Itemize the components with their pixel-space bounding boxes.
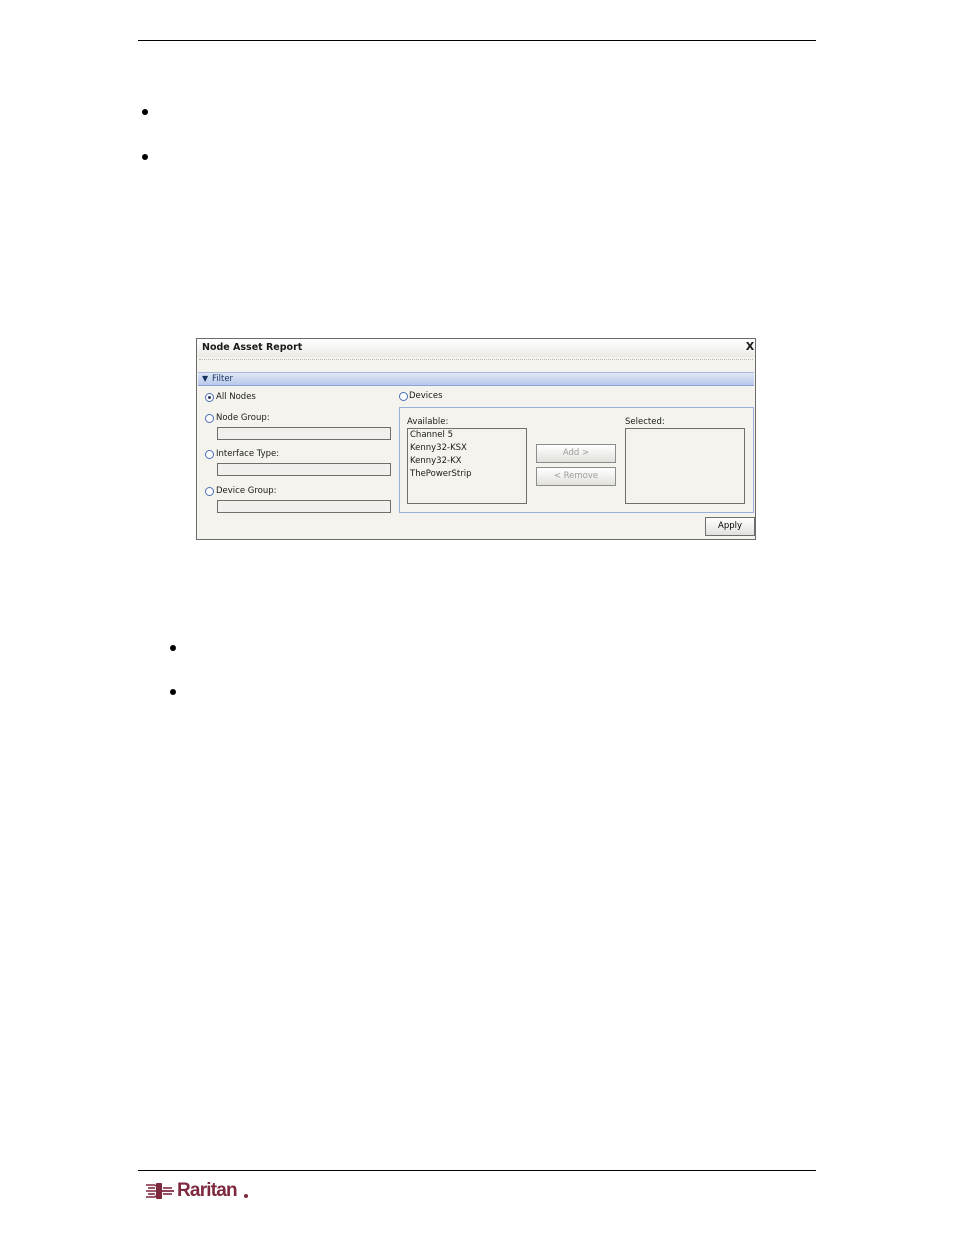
devices-panel: Available: Channel 5 Kenny32-KSX Kenny32… <box>399 407 754 513</box>
dialog-titlebar: Node Asset Report X <box>197 339 755 357</box>
devices-radio[interactable] <box>399 392 408 401</box>
available-label: Available: <box>407 417 449 427</box>
raritan-mark-icon <box>146 1183 174 1199</box>
list-item[interactable]: Channel 5 <box>408 429 526 442</box>
bullet-marker <box>170 645 176 651</box>
node-asset-report-dialog: Node Asset Report X ▼ Filter All Nodes N… <box>196 338 756 540</box>
all-nodes-radio[interactable] <box>205 393 214 402</box>
bullet-marker <box>170 689 176 695</box>
add-button[interactable]: Add > <box>536 444 616 463</box>
apply-button[interactable]: Apply <box>705 517 755 536</box>
header-rule <box>138 40 816 41</box>
all-nodes-label: All Nodes <box>216 392 256 402</box>
logo-dot <box>244 1194 248 1198</box>
interface-type-radio[interactable] <box>205 450 214 459</box>
bullet-marker <box>142 109 148 115</box>
collapse-arrow-icon: ▼ <box>202 374 209 383</box>
list-item[interactable]: ThePowerStrip <box>408 468 526 481</box>
filter-label: Filter <box>212 374 234 384</box>
interface-type-field[interactable] <box>217 463 391 476</box>
bullet-marker <box>142 154 148 160</box>
list-item[interactable]: Kenny32-KX <box>408 455 526 468</box>
footer-rule <box>138 1170 816 1171</box>
available-list[interactable]: Channel 5 Kenny32-KSX Kenny32-KX ThePowe… <box>407 428 527 504</box>
filter-section-header[interactable]: ▼ Filter <box>198 372 754 386</box>
node-group-label: Node Group: <box>216 413 270 423</box>
node-group-field[interactable] <box>217 427 391 440</box>
device-group-field[interactable] <box>217 500 391 513</box>
selected-label: Selected: <box>625 417 665 427</box>
devices-label: Devices <box>409 391 443 401</box>
device-group-label: Device Group: <box>216 486 277 496</box>
logo-text: Raritan <box>177 1180 238 1201</box>
interface-type-label: Interface Type: <box>216 449 280 459</box>
selected-list[interactable] <box>625 428 745 504</box>
device-group-radio[interactable] <box>205 487 214 496</box>
divider <box>199 359 753 360</box>
remove-button[interactable]: < Remove <box>536 467 616 486</box>
node-group-radio[interactable] <box>205 414 214 423</box>
dialog-title: Node Asset Report <box>202 342 303 353</box>
close-icon[interactable]: X <box>745 340 755 354</box>
list-item[interactable]: Kenny32-KSX <box>408 442 526 455</box>
